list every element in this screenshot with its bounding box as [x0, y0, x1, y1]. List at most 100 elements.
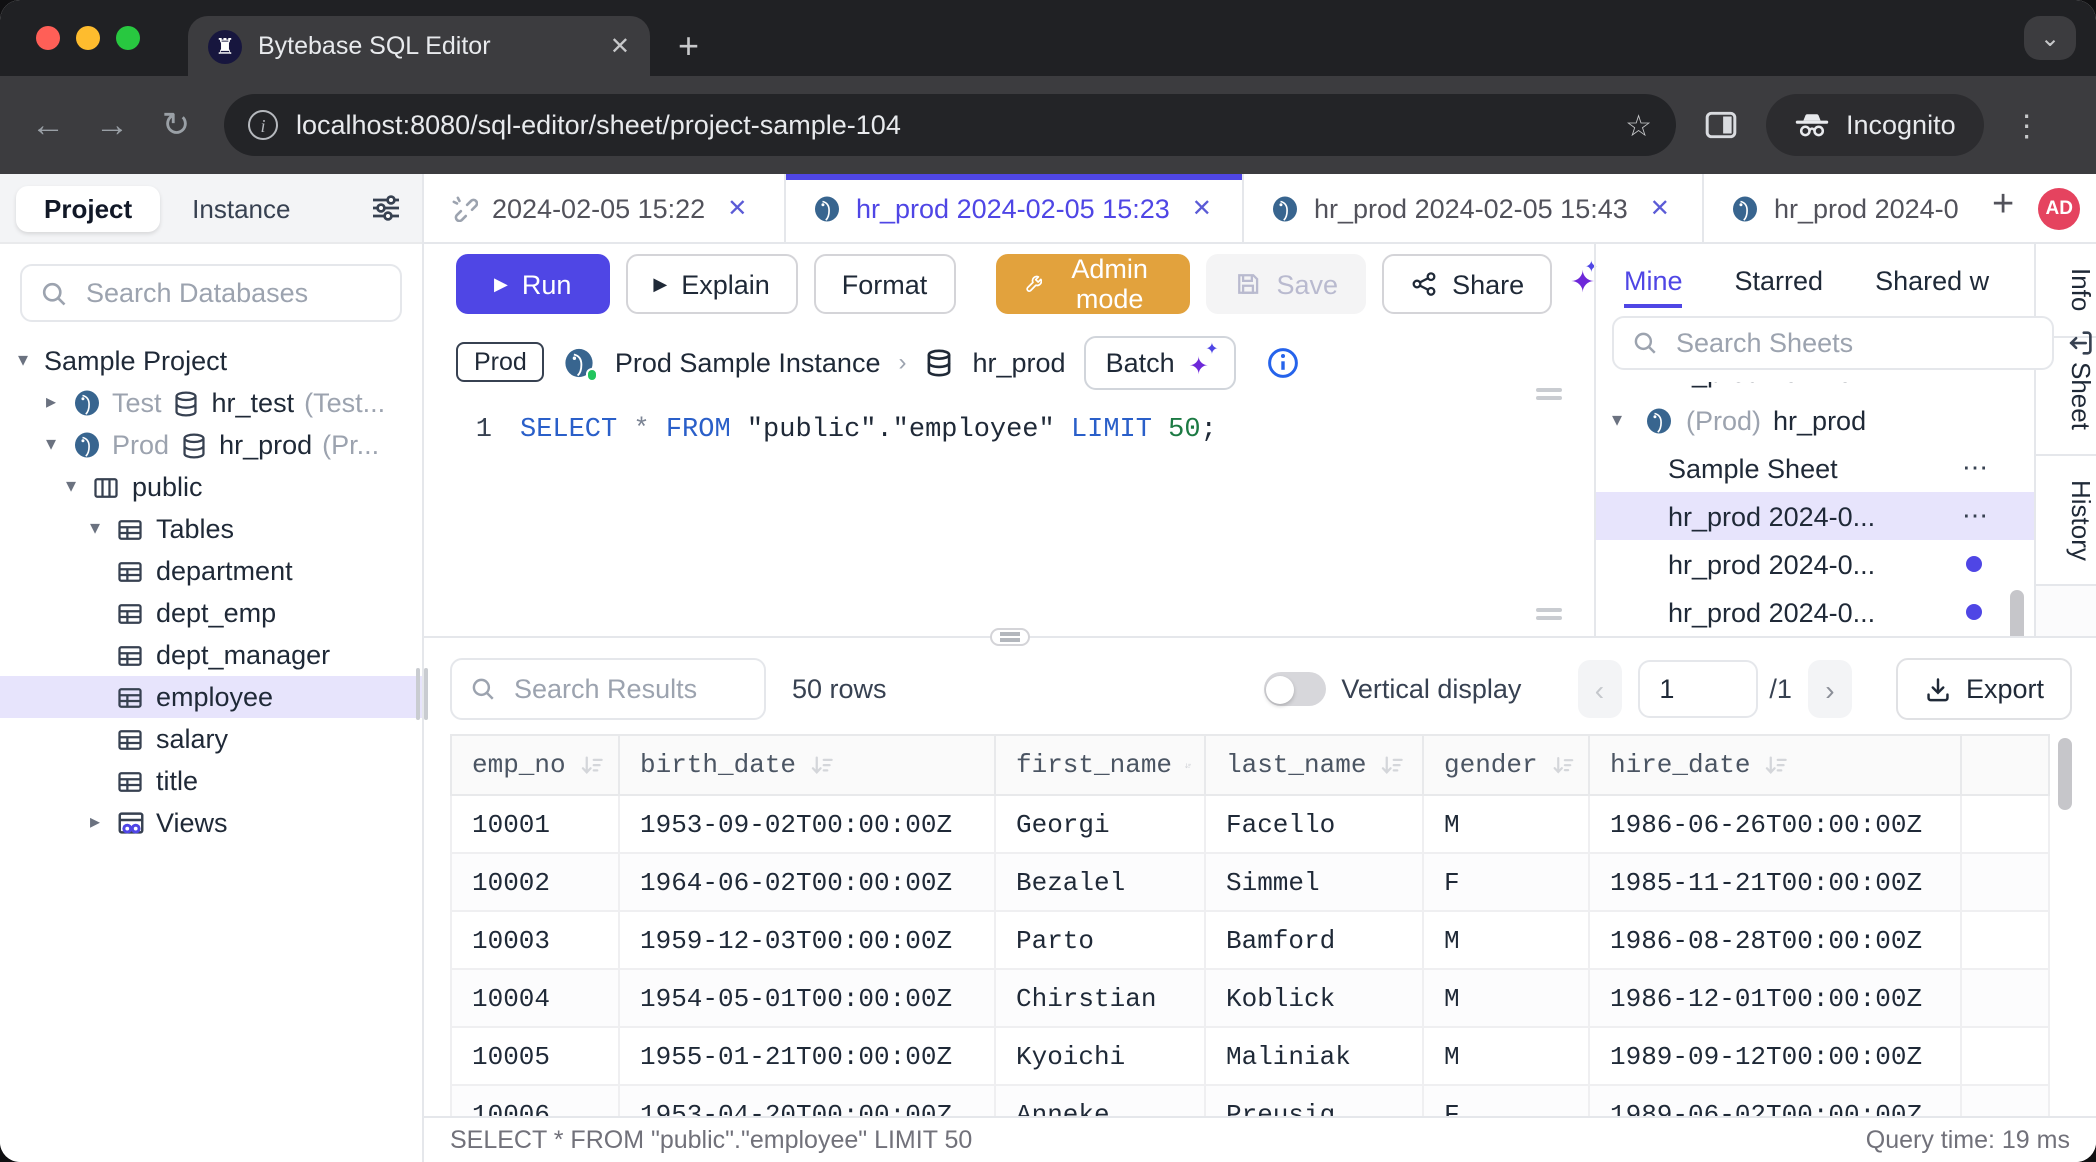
sort-icon[interactable] — [808, 751, 836, 779]
search-sheets-input[interactable] — [1672, 326, 2034, 360]
collapse-panel-icon[interactable] — [2066, 328, 2096, 358]
worksheet-tab-2-active[interactable]: hr_prod 2024-02-05 15:23 ✕ — [786, 174, 1244, 242]
table-cell[interactable]: 1986-12-01T00:00:00Z — [1589, 969, 1961, 1027]
tab-search-button[interactable]: ⌄ — [2024, 16, 2076, 60]
worksheet-tab-4[interactable]: hr_prod 2024-0 — [1704, 174, 1984, 242]
address-bar[interactable]: i localhost:8080/sql-editor/sheet/projec… — [224, 94, 1676, 156]
close-tab-icon[interactable]: ✕ — [610, 32, 630, 60]
tree-item-table-title[interactable]: title — [0, 760, 422, 802]
table-cell[interactable]: F — [1423, 1085, 1589, 1116]
tab-mine[interactable]: Mine — [1624, 249, 1683, 311]
chevron-down-icon[interactable]: ▾ — [84, 518, 106, 540]
reload-button[interactable]: ↻ — [148, 105, 204, 145]
table-cell[interactable]: 1953-09-02T00:00:00Z — [619, 795, 995, 853]
batch-button[interactable]: Batch ✦✦ — [1084, 335, 1237, 389]
table-cell[interactable]: Simmel — [1205, 853, 1423, 911]
close-worksheet-icon[interactable]: ✕ — [1650, 194, 1670, 222]
worksheet-tab-1[interactable]: 2024-02-05 15:22 ✕ — [424, 174, 786, 242]
table-cell[interactable]: Maliniak — [1205, 1027, 1423, 1085]
chevron-down-icon[interactable]: ▾ — [12, 350, 34, 372]
table-cell[interactable]: 1964-06-02T00:00:00Z — [619, 853, 995, 911]
table-cell[interactable]: Facello — [1205, 795, 1423, 853]
table-cell[interactable]: 1954-05-01T00:00:00Z — [619, 969, 995, 1027]
forward-button[interactable]: → — [84, 105, 140, 145]
bookmark-star-icon[interactable]: ☆ — [1625, 107, 1652, 143]
database-name[interactable]: hr_prod — [972, 347, 1065, 377]
tab-instance[interactable]: Instance — [164, 185, 318, 231]
chevron-right-icon[interactable]: ▸ — [40, 392, 62, 414]
tab-history[interactable]: History — [2036, 455, 2096, 586]
browser-tab[interactable]: ♜ Bytebase SQL Editor ✕ — [188, 16, 650, 76]
column-header[interactable]: emp_no — [451, 735, 619, 795]
more-actions-icon[interactable]: ⋯ — [1962, 452, 2018, 484]
table-cell[interactable]: M — [1423, 969, 1589, 1027]
tree-item-tables-group[interactable]: ▾ Tables — [0, 508, 422, 550]
export-button[interactable]: Export — [1896, 658, 2072, 720]
site-info-icon[interactable]: i — [248, 110, 278, 140]
save-button[interactable]: Save — [1207, 254, 1367, 314]
results-search-field[interactable] — [450, 658, 766, 720]
admin-mode-button[interactable]: Admin mode — [995, 254, 1190, 314]
sheet-item-sample-sheet[interactable]: Sample Sheet ⋯ — [1596, 444, 2034, 492]
chevron-down-icon[interactable]: ▾ — [40, 434, 62, 456]
sort-icon[interactable] — [1550, 751, 1576, 779]
tab-project[interactable]: Project — [16, 185, 160, 231]
table-cell[interactable]: 10002 — [451, 853, 619, 911]
table-cell[interactable]: Kyoichi — [995, 1027, 1205, 1085]
instance-name[interactable]: Prod Sample Instance — [615, 347, 881, 377]
new-tab-button[interactable]: + — [678, 26, 699, 76]
table-cell[interactable]: Bamford — [1205, 911, 1423, 969]
worksheet-tab-3[interactable]: hr_prod 2024-02-05 15:43 ✕ — [1244, 174, 1704, 242]
search-results-input[interactable] — [510, 672, 746, 706]
database-search-field[interactable] — [20, 264, 402, 322]
tree-item-views-group[interactable]: ▸ Views — [0, 802, 422, 844]
sheet-search-field[interactable] — [1612, 316, 2054, 370]
tree-item-hr-prod[interactable]: ▾ Prod hr_prod (Pr... — [0, 424, 422, 466]
close-worksheet-icon[interactable]: ✕ — [727, 194, 747, 222]
chevron-right-icon[interactable]: ▸ — [84, 812, 106, 834]
table-cell[interactable]: 10005 — [451, 1027, 619, 1085]
table-cell[interactable]: M — [1423, 911, 1589, 969]
table-cell[interactable]: Koblick — [1205, 969, 1423, 1027]
table-cell[interactable]: Anneke — [995, 1085, 1205, 1116]
tree-item-table-dept-emp[interactable]: dept_emp — [0, 592, 422, 634]
column-header[interactable]: birth_date — [619, 735, 995, 795]
sheet-item-current[interactable]: hr_prod 2024-0... ⋯ — [1596, 492, 2034, 540]
previous-page-button[interactable]: ‹ — [1577, 660, 1621, 718]
editor-scroll-mark[interactable] — [1536, 608, 1562, 620]
sort-icon[interactable] — [1378, 751, 1406, 779]
tab-starred[interactable]: Starred — [1735, 249, 1824, 311]
table-cell[interactable]: Preusig — [1205, 1085, 1423, 1116]
new-worksheet-button[interactable]: + — [1984, 183, 2034, 233]
sheet-group-hr-prod[interactable]: ▾ (Prod) hr_prod — [1596, 396, 2034, 444]
close-window-button[interactable] — [36, 26, 60, 50]
table-cell[interactable]: 1955-01-21T00:00:00Z — [619, 1027, 995, 1085]
column-header[interactable]: first_name — [995, 735, 1205, 795]
column-header[interactable]: last_name — [1205, 735, 1423, 795]
table-cell[interactable]: 1986-08-28T00:00:00Z — [1589, 911, 1961, 969]
tree-item-table-salary[interactable]: salary — [0, 718, 422, 760]
vertical-display-toggle[interactable] — [1263, 672, 1325, 706]
page-number-input[interactable] — [1637, 660, 1757, 718]
sheet-item-clipped[interactable]: hr_prod 2024-0... — [1596, 382, 2034, 396]
table-cell[interactable]: 1989-09-12T00:00:00Z — [1589, 1027, 1961, 1085]
table-cell[interactable]: M — [1423, 1027, 1589, 1085]
tree-item-table-employee[interactable]: employee — [0, 676, 422, 718]
info-circle-icon[interactable] — [1267, 345, 1301, 379]
more-actions-icon[interactable]: ⋯ — [1962, 500, 2018, 532]
close-worksheet-icon[interactable]: ✕ — [1192, 194, 1212, 222]
chevron-down-icon[interactable]: ▾ — [60, 476, 82, 498]
sort-icon[interactable] — [1762, 751, 1790, 779]
table-cell[interactable]: Georgi — [995, 795, 1205, 853]
table-cell[interactable]: Bezalel — [995, 853, 1205, 911]
table-cell[interactable]: 1986-06-26T00:00:00Z — [1589, 795, 1961, 853]
maximize-window-button[interactable] — [116, 26, 140, 50]
table-cell[interactable]: 1985-11-21T00:00:00Z — [1589, 853, 1961, 911]
sort-icon[interactable] — [1184, 751, 1192, 779]
table-cell[interactable]: 10001 — [451, 795, 619, 853]
minimize-window-button[interactable] — [76, 26, 100, 50]
sheet-item-unsaved-1[interactable]: hr_prod 2024-0... — [1596, 540, 2034, 588]
table-cell[interactable]: 1959-12-03T00:00:00Z — [619, 911, 995, 969]
table-cell[interactable]: 10004 — [451, 969, 619, 1027]
tree-item-table-dept-manager[interactable]: dept_manager — [0, 634, 422, 676]
